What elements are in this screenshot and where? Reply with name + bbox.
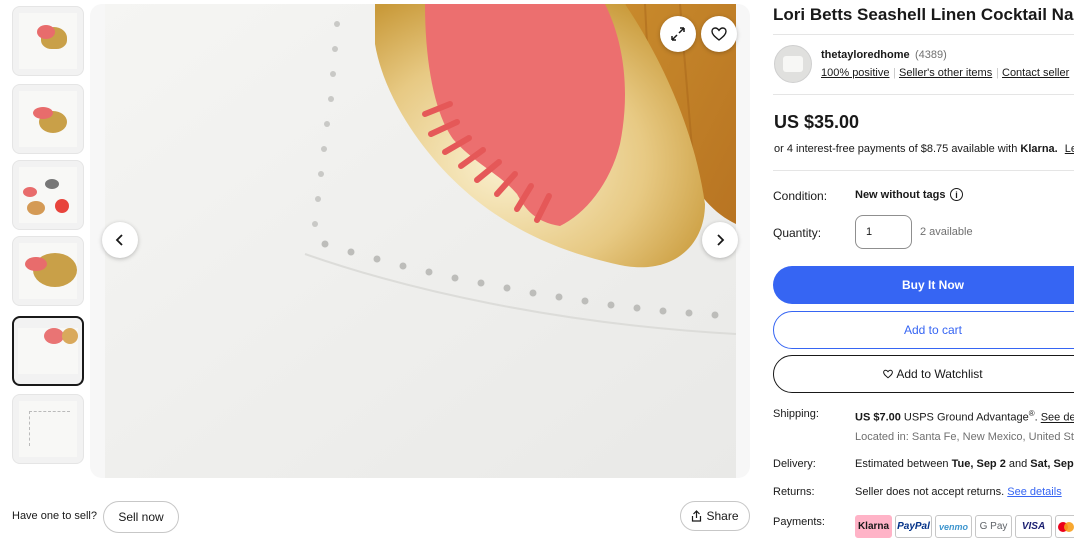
share-label: Share bbox=[706, 509, 739, 523]
add-to-watchlist-button[interactable]: Add to Watchlist bbox=[773, 355, 1074, 393]
shipping-service: USPS Ground Advantage bbox=[900, 411, 1029, 424]
item-location: Located in: Santa Fe, New Mexico, United… bbox=[855, 431, 1074, 443]
venmo-payment-icon: venmo bbox=[935, 515, 972, 538]
seller-other-items-link[interactable]: Seller's other items bbox=[899, 67, 992, 79]
add-to-watchlist-label: Add to Watchlist bbox=[896, 367, 983, 381]
listing-title: Lori Betts Seashell Linen Cocktail Napki… bbox=[773, 5, 1074, 24]
shipping-see-details-link[interactable]: See details bbox=[1041, 412, 1074, 424]
thumbnail-image bbox=[19, 13, 77, 69]
add-to-cart-button[interactable]: Add to cart bbox=[773, 311, 1074, 349]
title-divider bbox=[773, 34, 1074, 35]
klarna-learn-more-link[interactable]: Learn more bbox=[1065, 143, 1074, 155]
seller-avatar[interactable] bbox=[774, 45, 812, 83]
google-pay-payment-icon: G Pay bbox=[975, 515, 1012, 538]
thumbnail-5[interactable] bbox=[12, 316, 84, 386]
delivery-start: Tue, Sep 2 bbox=[951, 458, 1006, 470]
klarna-installments: or 4 interest-free payments of $8.75 ava… bbox=[774, 143, 1074, 155]
returns-text: Seller does not accept returns. bbox=[855, 486, 1005, 498]
thumbnail-image bbox=[19, 401, 77, 457]
info-icon[interactable]: i bbox=[950, 188, 963, 201]
next-image-button[interactable] bbox=[702, 222, 738, 258]
thumbnail-4[interactable] bbox=[12, 236, 84, 306]
main-image-gallery bbox=[90, 4, 750, 478]
separator: | bbox=[893, 67, 896, 79]
delivery-label: Delivery: bbox=[773, 458, 816, 470]
sell-prompt: Have one to sell? bbox=[12, 510, 97, 522]
paypal-payment-icon: PayPal bbox=[895, 515, 932, 538]
shipping-registered: ® bbox=[1028, 409, 1035, 418]
returns-see-details-link[interactable]: See details bbox=[1007, 486, 1061, 498]
klarna-text: or 4 interest-free payments of $8.75 ava… bbox=[774, 143, 1018, 155]
condition-label: Condition: bbox=[773, 189, 828, 203]
seller-positive-link[interactable]: 100% positive bbox=[821, 67, 890, 79]
sell-now-label: Sell now bbox=[118, 510, 164, 524]
thumbnail-3[interactable] bbox=[12, 160, 84, 230]
thumbnail-image bbox=[19, 167, 77, 223]
heart-icon bbox=[883, 369, 894, 379]
price-divider bbox=[773, 170, 1074, 171]
delivery-end: Sat, Sep 6 bbox=[1030, 458, 1074, 470]
returns-policy: Seller does not accept returns. See deta… bbox=[855, 486, 1062, 498]
buy-it-now-label: Buy It Now bbox=[902, 278, 964, 292]
visa-payment-icon: VISA bbox=[1015, 515, 1052, 538]
seller-name-link[interactable]: thetayloredhome bbox=[821, 49, 910, 61]
mastercard-icon bbox=[1058, 521, 1074, 532]
previous-image-button[interactable] bbox=[102, 222, 138, 258]
shipping-details: US $7.00 USPS Ground Advantage®. See det… bbox=[855, 409, 1074, 424]
thumbnail-image bbox=[19, 91, 77, 147]
main-product-image bbox=[105, 4, 736, 478]
payments-label: Payments: bbox=[773, 516, 825, 528]
delivery-and: and bbox=[1005, 458, 1031, 470]
chevron-left-icon bbox=[115, 234, 123, 246]
quantity-label: Quantity: bbox=[773, 226, 822, 240]
sell-now-button[interactable]: Sell now bbox=[103, 501, 179, 533]
thumbnail-2[interactable] bbox=[12, 84, 84, 154]
delivery-prefix: Estimated between bbox=[855, 458, 952, 470]
separator: | bbox=[996, 67, 999, 79]
condition-value: New without tags bbox=[855, 189, 946, 201]
mastercard-payment-icon bbox=[1055, 515, 1074, 538]
watch-heart-button[interactable] bbox=[701, 16, 737, 52]
klarna-brand: Klarna. bbox=[1020, 143, 1058, 155]
share-button[interactable]: Share bbox=[680, 501, 750, 531]
thumbnail-1[interactable] bbox=[12, 6, 84, 76]
napkin-photo bbox=[105, 4, 736, 478]
returns-label: Returns: bbox=[773, 486, 815, 498]
seller-feedback-count: (4389) bbox=[915, 49, 947, 61]
quantity-available: 2 available bbox=[920, 226, 973, 238]
shipping-price: US $7.00 bbox=[855, 411, 901, 424]
share-icon bbox=[692, 510, 702, 522]
expand-icon bbox=[671, 27, 685, 41]
shipping-label: Shipping: bbox=[773, 408, 819, 420]
add-to-cart-label: Add to cart bbox=[903, 323, 963, 337]
price: US $35.00 bbox=[774, 112, 860, 132]
thumbnail-image bbox=[18, 328, 78, 374]
seller-divider bbox=[773, 94, 1074, 95]
delivery-estimate: Estimated between Tue, Sep 2 and Sat, Se… bbox=[855, 458, 1074, 470]
chevron-right-icon bbox=[717, 234, 725, 246]
quantity-input[interactable] bbox=[855, 215, 912, 249]
buy-it-now-button[interactable]: Buy It Now bbox=[773, 266, 1074, 304]
thumbnail-image bbox=[19, 243, 77, 299]
thumbnail-6[interactable] bbox=[12, 394, 84, 464]
heart-icon bbox=[711, 27, 727, 41]
klarna-payment-icon: Klarna bbox=[855, 515, 892, 538]
expand-image-button[interactable] bbox=[660, 16, 696, 52]
contact-seller-link[interactable]: Contact seller bbox=[1002, 67, 1069, 79]
